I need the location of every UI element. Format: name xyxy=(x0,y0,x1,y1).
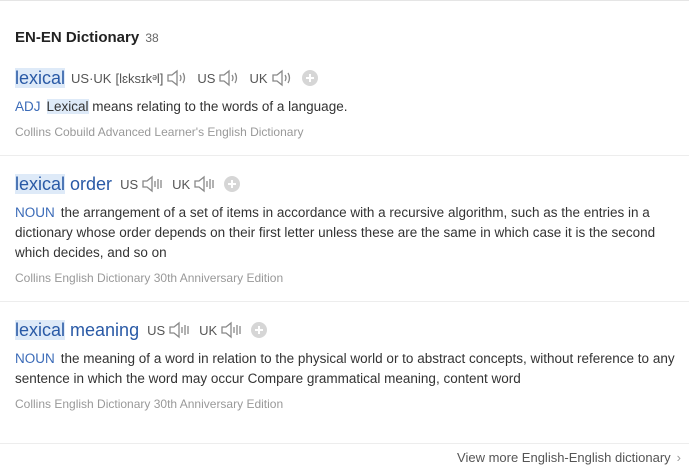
part-of-speech: NOUN xyxy=(15,205,55,220)
dictionary-source: Collins Cobuild Advanced Learner's Engli… xyxy=(15,125,304,139)
add-to-wordbook-icon[interactable] xyxy=(301,70,318,86)
definition: NOUN the arrangement of a set of items in… xyxy=(15,203,689,263)
uk-label: UK xyxy=(199,322,218,338)
view-more-link[interactable]: View more English-English dictionary › xyxy=(457,450,681,465)
entry-divider xyxy=(0,301,689,302)
dictionary-entry-lexical-order: lexical order US UK NOUN the arrangement … xyxy=(15,171,689,285)
speaker-icon[interactable] xyxy=(165,68,189,88)
uk-label: UK xyxy=(249,70,268,86)
add-to-wordbook-icon[interactable] xyxy=(224,176,241,192)
uk-label: UK xyxy=(172,176,191,192)
headword-rest: meaning xyxy=(65,319,140,340)
entry-divider xyxy=(0,155,689,156)
uk-speaker-icon[interactable] xyxy=(219,320,243,340)
us-label: US xyxy=(197,70,216,86)
uk-speaker-icon[interactable] xyxy=(192,174,216,194)
footer-divider xyxy=(0,443,689,444)
headword-link[interactable]: lexical meaning xyxy=(15,319,140,341)
definition-text: means relating to the words of a languag… xyxy=(88,99,348,114)
part-of-speech: ADJ xyxy=(15,99,41,114)
definition-text: the arrangement of a set of items in acc… xyxy=(15,205,656,260)
definition-text: the meaning of a word in relation to the… xyxy=(15,351,675,386)
entry-header: lexical order US UK xyxy=(15,171,689,197)
us-label: US xyxy=(147,322,166,338)
entry-header: lexical meaning US UK xyxy=(15,317,689,343)
dictionary-entry-lexical: lexical US·UK [lɛksɪkᵊl] US UK ADJ Lexica… xyxy=(15,65,689,139)
top-divider xyxy=(0,0,689,1)
headword-highlight: lexical xyxy=(15,173,66,194)
entry-header: lexical US·UK [lɛksɪkᵊl] US UK xyxy=(15,65,689,91)
phonetic-text: [lɛksɪkᵊl] xyxy=(115,70,164,86)
dictionary-entry-lexical-meaning: lexical meaning US UK NOUN the meaning of… xyxy=(15,317,689,411)
headword-link[interactable]: lexical order xyxy=(15,173,113,195)
part-of-speech: NOUN xyxy=(15,351,55,366)
section-title: EN-EN Dictionary 38 xyxy=(15,29,159,46)
dictionary-source: Collins English Dictionary 30th Annivers… xyxy=(15,397,284,411)
headword-highlight: lexical xyxy=(15,67,66,88)
headword-link[interactable]: lexical xyxy=(15,67,66,89)
definition: NOUN the meaning of a word in relation to… xyxy=(15,349,689,389)
us-speaker-icon[interactable] xyxy=(217,68,241,88)
chevron-right-icon: › xyxy=(676,450,681,465)
definition-highlight: Lexical xyxy=(46,99,89,114)
headword-rest: order xyxy=(65,173,113,194)
us-label: US xyxy=(120,176,139,192)
result-count: 38 xyxy=(145,31,159,45)
dictionary-source: Collins English Dictionary 30th Annivers… xyxy=(15,271,284,285)
add-to-wordbook-icon[interactable] xyxy=(251,322,268,338)
definition: ADJ Lexical means relating to the words o… xyxy=(15,97,689,117)
uk-speaker-icon[interactable] xyxy=(270,68,294,88)
us-speaker-icon[interactable] xyxy=(167,320,191,340)
section-title-text: EN-EN Dictionary xyxy=(15,29,140,46)
phonetic-label: US·UK xyxy=(71,70,112,86)
view-more-label: View more English-English dictionary xyxy=(457,450,671,465)
us-speaker-icon[interactable] xyxy=(140,174,164,194)
headword-highlight: lexical xyxy=(15,319,66,340)
